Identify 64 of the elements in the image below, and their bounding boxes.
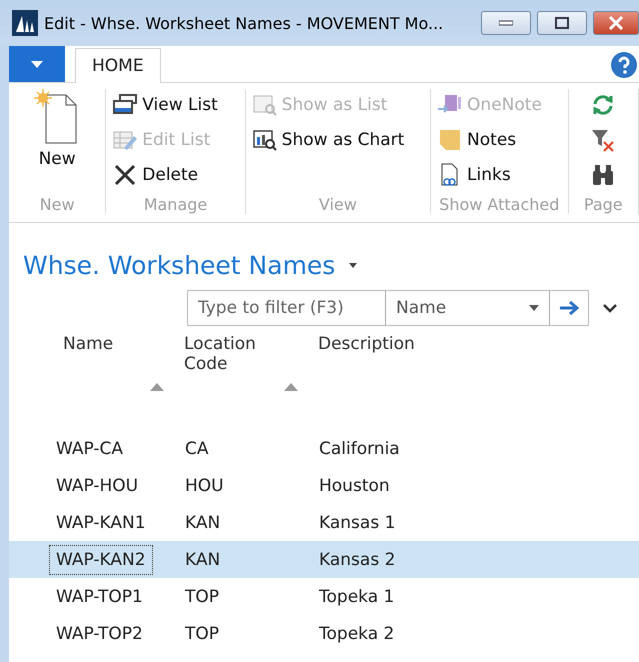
close-icon: [608, 16, 624, 30]
filter-field[interactable]: Type to filter (F3): [187, 290, 385, 326]
group-label: Manage: [142, 195, 208, 214]
ribbon-button[interactable]: Notes: [437, 124, 516, 155]
column-header[interactable]: Location Code: [176, 326, 310, 408]
application-menu-button[interactable]: [9, 46, 65, 82]
table-cell-text: California: [318, 438, 401, 460]
field-dropdown[interactable]: Name: [385, 290, 550, 326]
table-cell-text: Topeka 1: [318, 586, 396, 608]
caret-icon: [31, 60, 43, 68]
group-label: Show Attached: [438, 195, 560, 214]
table-row[interactable]: WAP-CA CA California: [9, 430, 639, 467]
chevron-down-icon[interactable]: [603, 304, 617, 312]
table-cell-text: WAP-KAN1: [55, 512, 147, 534]
group-label: New: [38, 195, 76, 214]
caret-icon[interactable]: [349, 263, 358, 268]
table-cell-text: WAP-TOP1: [55, 586, 144, 608]
window-title: Edit - Whse. Worksheet Names - MOVEMENT Mo...: [44, 14, 444, 32]
new-button[interactable]: New: [17, 89, 98, 169]
minimize-button[interactable]: [481, 11, 531, 35]
table-cell-text: CA: [184, 438, 210, 460]
ribbon-button[interactable]: View List: [112, 89, 218, 120]
maximize-button[interactable]: [537, 11, 587, 35]
table-row[interactable]: WAP-HOU HOU Houston: [9, 467, 639, 504]
table-row[interactable]: WAP-KAN2 KAN Kansas 2: [9, 541, 639, 578]
column-header[interactable]: Description: [310, 326, 639, 408]
ribbon-button[interactable]: Show as Chart: [252, 124, 404, 155]
table-cell-text: WAP-HOU: [55, 474, 140, 498]
app-logo-icon: [12, 10, 38, 36]
clear-filter-icon[interactable]: [590, 128, 616, 152]
list-magnifier-icon: [252, 92, 278, 116]
table-cell-text: KAN: [184, 548, 222, 572]
table-cell-text: TOP: [184, 586, 220, 608]
table-cell-text: WAP-CA: [55, 438, 124, 460]
sort-arrow-icon: [284, 383, 298, 391]
minimize-icon: [499, 20, 513, 26]
table-cell-text: Kansas 2: [318, 548, 396, 572]
ribbon-button[interactable]: Links: [437, 159, 511, 190]
table-row[interactable]: WAP-TOP1 TOP Topeka 1: [9, 578, 639, 615]
table-cell-text: TOP: [184, 622, 220, 646]
table-cell: WAP-KAN2: [49, 544, 153, 574]
caret-icon: [529, 305, 539, 311]
table-cell-text: WAP-TOP2: [55, 622, 144, 646]
close-button[interactable]: [593, 11, 639, 35]
help-icon[interactable]: [611, 52, 637, 78]
ribbon-tab[interactable]: HOME: [75, 48, 161, 83]
ribbon-button[interactable]: Delete: [112, 159, 198, 190]
arrow-right-icon: [559, 301, 579, 315]
page-title[interactable]: Whse. Worksheet Names: [23, 251, 336, 280]
table-cell-text: Kansas 1: [318, 512, 396, 534]
table-row[interactable]: WAP-KAN1 KAN Kansas 1: [9, 504, 639, 541]
sort-arrow-icon: [150, 383, 164, 391]
group-label: View: [318, 195, 358, 214]
group-label: Page: [582, 195, 624, 214]
table-row[interactable]: WAP-TOP2 TOP Topeka 2: [9, 615, 639, 652]
maximize-icon: [555, 17, 569, 29]
windows-icon: [112, 92, 138, 116]
chart-magnifier-icon: [252, 128, 278, 152]
column-header[interactable]: Name: [41, 326, 176, 408]
table-cell-text: HOU: [184, 474, 225, 498]
table-cell-text: Houston: [318, 474, 391, 498]
table-cell-text: KAN: [184, 512, 222, 534]
table-cell-text: Topeka 2: [318, 622, 396, 646]
apply-filter-button[interactable]: [550, 290, 589, 326]
